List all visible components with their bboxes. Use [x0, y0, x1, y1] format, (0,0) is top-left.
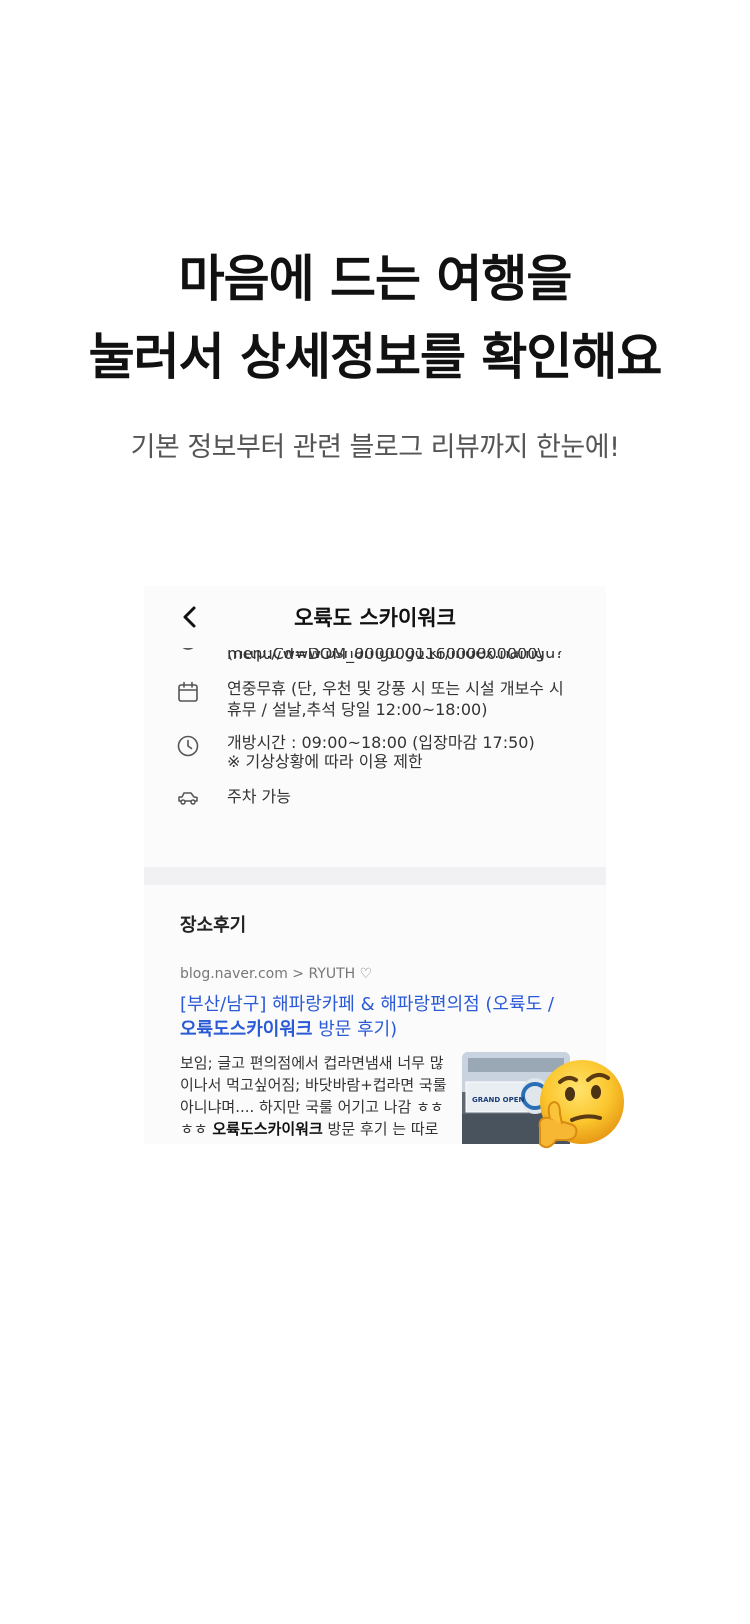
top-nav-bar: 오륙도 스카이워크 — [144, 586, 606, 648]
headline: 마음에 드는 여행을 눌러서 상세정보를 확인해요 — [0, 240, 750, 396]
reviews-section-title: 장소후기 — [180, 915, 247, 936]
hours-note: ※ 기상상황에 따라 이용 제한 — [227, 752, 423, 771]
calendar-icon — [178, 681, 198, 702]
page: 마음에 드는 여행을 눌러서 상세정보를 확인해요 기본 정보부터 관련 블로그… — [0, 0, 750, 1624]
blog-title-bold: 오륙도스카이워크 — [180, 1019, 313, 1040]
headline-line-1: 마음에 드는 여행을 — [178, 250, 573, 308]
nav-title: 오륙도 스카이워크 — [294, 606, 456, 630]
subheadline: 기본 정보부터 관련 블로그 리뷰까지 한눈에! — [130, 432, 620, 463]
hours-text: 개방시간 : 09:00~18:00 (입장마감 17:50) — [227, 733, 535, 752]
blog-post-title-link[interactable]: [부산/남구] 해파랑카페 & 해파랑편의점 (오륙도 / 오륙도스카이워크 방… — [180, 992, 580, 1042]
section-divider — [144, 867, 606, 885]
blog-source: blog.naver.com > RYUTH ♡ — [180, 966, 373, 982]
blog-title-part-1: [부산/남구] 해파랑카페 & 해파랑편의점 (오륙도 / — [180, 994, 554, 1015]
clock-icon — [177, 735, 199, 757]
blog-snippet-bold: 오륙도스카이워크 — [212, 1120, 323, 1138]
blog-title-part-2: 방문 후기) — [312, 1019, 398, 1040]
car-icon — [178, 792, 198, 805]
thumbnail-banner-text: GRAND OPEN — [472, 1096, 525, 1104]
headline-line-2: 눌러서 상세정보를 확인해요 — [88, 328, 663, 386]
blog-snippet: 보임; 글고 편의점에서 컵라면냄새 너무 많이나서 먹고싶어짐; 바닷바람+컵… — [180, 1052, 450, 1142]
holiday-text: 연중무휴 (단, 우천 및 강풍 시 또는 시설 개보수 시 휴무 / 설날,추… — [227, 679, 564, 719]
parking-text: 주차 가능 — [227, 787, 291, 806]
thinking-face-emoji-icon — [538, 1060, 624, 1149]
